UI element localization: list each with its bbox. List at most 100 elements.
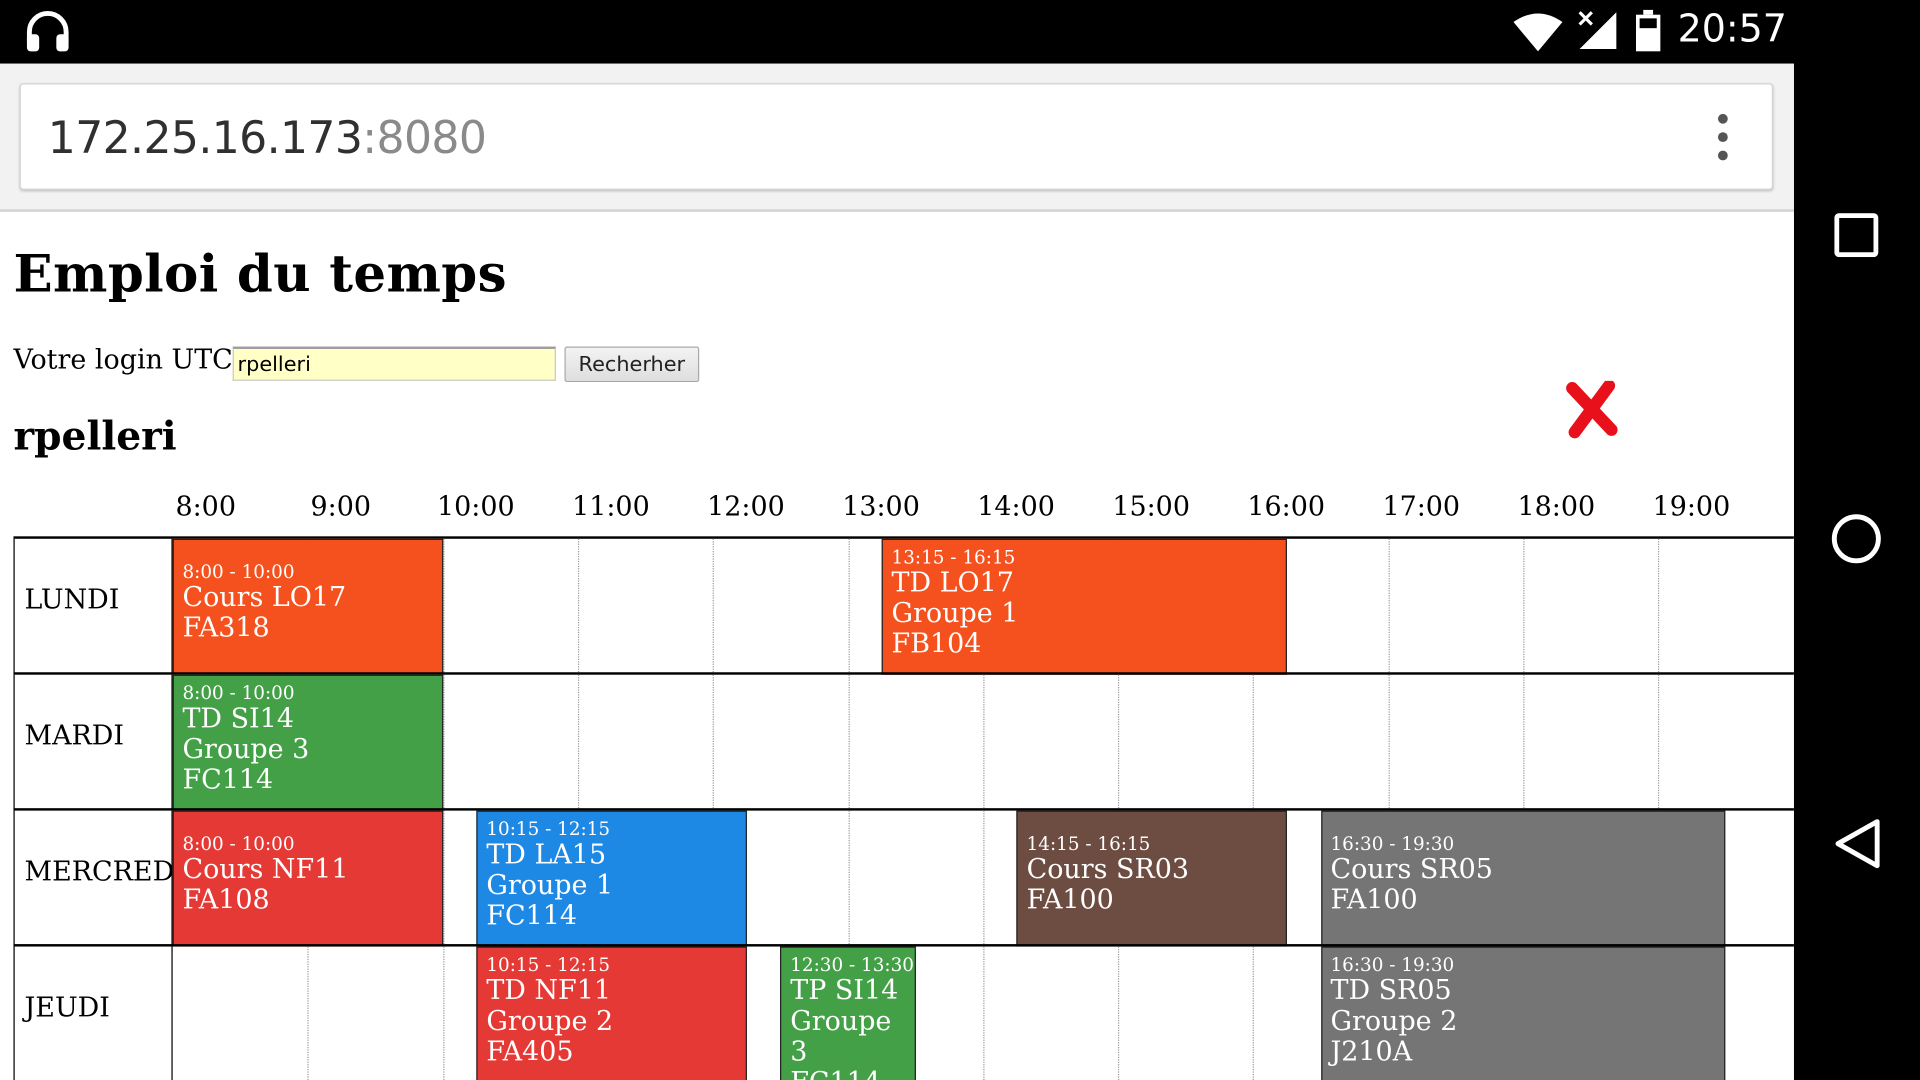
timetable-event[interactable]: 10:15 - 12:15 TD NF11 Groupe 2 FA405 bbox=[476, 946, 747, 1080]
event-time: 8:00 - 10:00 bbox=[182, 560, 295, 583]
login-input[interactable] bbox=[232, 346, 556, 381]
day-cell: MERCREDI bbox=[13, 810, 185, 947]
event-time: 8:00 - 10:00 bbox=[182, 682, 295, 705]
timetable-event[interactable]: 14:15 - 16:15 Cours SR03 FA100 bbox=[1016, 810, 1287, 947]
clock: 20:57 bbox=[1677, 7, 1787, 52]
hour-label: 16:00 bbox=[1247, 492, 1326, 523]
hour-label: 14:00 bbox=[977, 492, 1055, 523]
event-room: FA108 bbox=[182, 885, 270, 916]
hour-divider bbox=[847, 810, 850, 947]
day-row: MERCREDI 8:00 - 10:00 Cours NF11 FA108 10:15… bbox=[13, 808, 1794, 947]
hour-divider bbox=[1253, 946, 1255, 1080]
event-course: TD LO17 bbox=[891, 568, 1014, 599]
day-label: JEUDI bbox=[24, 993, 110, 1024]
hour-divider bbox=[307, 946, 309, 1080]
url-host: 172.25.16.173 bbox=[47, 113, 363, 165]
hour-divider bbox=[442, 946, 444, 1080]
hour-divider bbox=[442, 810, 444, 947]
event-course: TD LA15 bbox=[486, 840, 607, 871]
hour-divider bbox=[847, 538, 850, 675]
event-room: FA100 bbox=[1026, 885, 1114, 916]
event-course: TD SR05 bbox=[1330, 975, 1452, 1007]
event-time: 13:15 - 16:15 bbox=[891, 546, 1016, 569]
battery-icon bbox=[1635, 9, 1661, 52]
hour-label: 12:00 bbox=[707, 492, 785, 523]
hour-divider bbox=[712, 674, 715, 811]
hour-label: 19:00 bbox=[1652, 492, 1731, 523]
recents-icon[interactable] bbox=[1834, 213, 1879, 258]
event-room: FA405 bbox=[486, 1037, 574, 1068]
hour-divider bbox=[983, 946, 985, 1080]
timetable-event[interactable]: 8:00 - 10:00 Cours LO17 FA318 bbox=[172, 538, 443, 675]
timetable-event[interactable]: 8:00 - 10:00 TD SI14 Groupe 3 FC114 bbox=[172, 674, 443, 811]
hour-divider bbox=[1658, 674, 1660, 811]
timetable-grid: LUNDI 8:00 - 10:00 Cours LO17 FA318 13:15 - … bbox=[13, 536, 1794, 1080]
hour-label: 8:00 bbox=[175, 492, 236, 523]
timetable-event[interactable]: 13:15 - 16:15 TD LO17 Groupe 1 FB104 bbox=[881, 538, 1287, 675]
event-group: Groupe 3 bbox=[790, 1006, 892, 1068]
hour-divider bbox=[1253, 674, 1255, 811]
day-label: LUNDI bbox=[24, 585, 120, 616]
event-group: Groupe 1 bbox=[891, 598, 1019, 630]
event-course: TD NF11 bbox=[486, 975, 612, 1007]
hour-divider bbox=[847, 674, 850, 811]
web-page: Emploi du temps Votre login UTC : Recher… bbox=[0, 211, 1794, 1080]
event-time: 12:30 - 13:30 bbox=[790, 953, 914, 976]
event-time: 16:30 - 19:30 bbox=[1330, 832, 1455, 855]
timetable-event[interactable]: 8:00 - 10:00 Cours NF11 FA108 bbox=[172, 810, 443, 947]
hour-divider bbox=[983, 674, 985, 811]
hour-divider bbox=[1658, 538, 1660, 675]
event-room: FC114 bbox=[486, 901, 578, 932]
day-row: LUNDI 8:00 - 10:00 Cours LO17 FA318 13:15 - … bbox=[13, 536, 1794, 675]
timetable-event[interactable]: 12:30 - 13:30TP SI14Groupe 3FC114 bbox=[780, 946, 916, 1080]
hour-divider bbox=[1388, 674, 1390, 811]
event-group: Groupe 1 bbox=[486, 870, 614, 902]
event-time: 8:00 - 10:00 bbox=[182, 832, 295, 855]
system-nav-bar bbox=[1793, 0, 1920, 1080]
event-time: 14:15 - 16:15 bbox=[1026, 832, 1151, 855]
headphones-icon bbox=[24, 10, 71, 54]
event-course: TD SI14 bbox=[182, 704, 294, 735]
timetable-event[interactable]: 16:30 - 19:30 TD SR05 Groupe 2 J210A bbox=[1320, 946, 1726, 1080]
close-x-icon[interactable] bbox=[1562, 379, 1621, 440]
url-text[interactable]: 172.25.16.173:8080 bbox=[48, 114, 487, 164]
back-icon[interactable] bbox=[1833, 817, 1882, 871]
hour-divider bbox=[712, 538, 715, 675]
day-label: MERCREDI bbox=[24, 857, 185, 888]
home-icon[interactable] bbox=[1831, 513, 1882, 564]
event-time: 10:15 - 12:15 bbox=[486, 817, 611, 841]
address-bar[interactable]: 172.25.16.173:8080 bbox=[19, 83, 1774, 190]
browser-toolbar: 172.25.16.173:8080 bbox=[0, 63, 1794, 212]
search-button[interactable]: Recherher bbox=[564, 346, 700, 383]
screen: 20:57 172.25.16.173:8080 Emploi du temps… bbox=[0, 0, 1920, 1080]
event-room: FC114 bbox=[790, 1068, 914, 1080]
overflow-menu-icon[interactable] bbox=[1708, 111, 1737, 162]
url-port: :8080 bbox=[362, 113, 487, 165]
event-room: FB104 bbox=[891, 629, 982, 661]
event-group: Groupe 2 bbox=[486, 1006, 614, 1038]
event-group: Groupe 3 bbox=[182, 734, 310, 766]
event-course: Cours SR05 bbox=[1330, 854, 1493, 886]
hour-divider bbox=[1118, 946, 1120, 1080]
timetable-event[interactable]: 10:15 - 12:15 TD LA15 Groupe 1 FC114 bbox=[476, 810, 747, 947]
hour-divider bbox=[1118, 674, 1120, 811]
event-course: Cours NF11 bbox=[182, 854, 349, 886]
event-room: J210A bbox=[1330, 1037, 1413, 1068]
day-cell: JEUDI bbox=[13, 946, 173, 1080]
hour-label: 10:00 bbox=[437, 492, 515, 523]
day-row: JEUDI 10:15 - 12:15 TD NF11 Groupe 2 FA405 12… bbox=[13, 944, 1794, 1080]
hour-divider bbox=[1388, 538, 1390, 675]
hour-label: 18:00 bbox=[1517, 492, 1596, 523]
event-course: Cours LO17 bbox=[182, 582, 347, 614]
day-cell: MARDI bbox=[13, 674, 173, 811]
hour-divider bbox=[577, 538, 580, 675]
timetable-event[interactable]: 16:30 - 19:30 Cours SR05 FA100 bbox=[1320, 810, 1726, 947]
hour-label: 13:00 bbox=[842, 492, 920, 523]
day-row: MARDI 8:00 - 10:00 TD SI14 Groupe 3 FC114 bbox=[13, 672, 1794, 811]
hour-divider bbox=[1523, 538, 1525, 675]
page-title: Emploi du temps bbox=[13, 243, 507, 304]
hour-divider bbox=[1523, 674, 1525, 811]
hour-label: 17:00 bbox=[1382, 492, 1461, 523]
user-heading: rpelleri bbox=[13, 412, 177, 460]
event-course: Cours SR03 bbox=[1026, 854, 1190, 886]
